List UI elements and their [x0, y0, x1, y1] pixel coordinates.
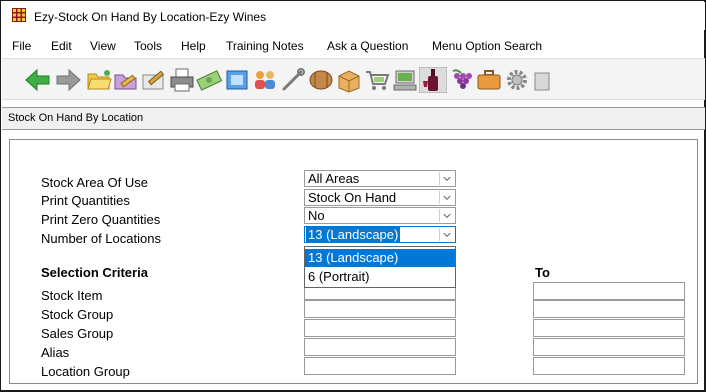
print-zero-label: Print Zero Quantities — [41, 212, 161, 227]
location-group-from-field[interactable] — [304, 357, 456, 375]
print-zero-select[interactable]: No — [304, 207, 456, 224]
menu-ask-question[interactable]: Ask a Question — [327, 39, 408, 53]
users-icon[interactable] — [251, 67, 279, 93]
option-13-landscape[interactable]: 13 (Landscape) — [305, 249, 455, 267]
chevron-down-icon[interactable] — [439, 228, 454, 241]
sales-group-to-field[interactable] — [533, 319, 685, 337]
stock-item-to-field[interactable] — [533, 282, 685, 300]
menu-training-notes[interactable]: Training Notes — [226, 39, 304, 53]
window-title: Ezy-Stock On Hand By Location-Ezy Wines — [34, 10, 267, 24]
wrench-icon[interactable] — [279, 67, 307, 93]
print-quantities-label: Print Quantities — [41, 193, 130, 208]
back-arrow-icon[interactable] — [24, 67, 52, 93]
sales-group-from-field[interactable] — [304, 319, 456, 337]
num-locations-label: Number of Locations — [41, 231, 161, 246]
box-icon[interactable] — [335, 67, 363, 93]
stock-group-label: Stock Group — [41, 307, 114, 322]
stock-group-to-field[interactable] — [533, 300, 685, 318]
alias-from-field[interactable] — [304, 338, 456, 356]
grapes-icon[interactable] — [447, 67, 475, 93]
num-locations-dropdown: 13 (Landscape) 6 (Portrait) — [304, 246, 456, 288]
barrel-icon[interactable] — [307, 67, 335, 93]
edit-pencil-icon[interactable] — [140, 67, 168, 93]
chevron-down-icon[interactable] — [439, 172, 454, 185]
print-zero-value: No — [308, 208, 325, 223]
stock-area-select[interactable]: All Areas — [304, 170, 456, 187]
print-quantities-select[interactable]: Stock On Hand — [304, 189, 456, 206]
folder-pencil-icon[interactable] — [112, 67, 140, 93]
toolbar — [2, 58, 705, 100]
menu-view[interactable]: View — [90, 39, 116, 53]
gear-icon[interactable] — [503, 67, 531, 93]
stock-group-from-field[interactable] — [304, 300, 456, 318]
sales-group-label: Sales Group — [41, 326, 114, 341]
computer-icon[interactable] — [391, 67, 419, 93]
money-icon[interactable] — [195, 67, 223, 93]
selection-criteria-heading: Selection Criteria — [41, 265, 148, 280]
forward-arrow-icon[interactable] — [54, 67, 82, 93]
menu-file[interactable]: File — [12, 39, 31, 53]
folder-open-icon[interactable] — [85, 67, 113, 93]
printer-icon[interactable] — [168, 67, 196, 93]
option-6-portrait[interactable]: 6 (Portrait) — [305, 268, 455, 286]
stock-area-label: Stock Area Of Use — [41, 175, 148, 190]
location-group-to-field[interactable] — [533, 357, 685, 375]
trash-icon[interactable] — [531, 67, 559, 93]
panel-header: Stock On Hand By Location — [2, 107, 705, 130]
cart-icon[interactable] — [363, 67, 391, 93]
menu-bar: File Edit View Tools Help Training Notes… — [2, 39, 705, 57]
stock-area-value: All Areas — [308, 171, 360, 186]
to-heading: To — [535, 265, 550, 280]
window-frame: Ezy-Stock On Hand By Location-Ezy Wines … — [0, 0, 706, 392]
alias-label: Alias — [41, 345, 70, 360]
wine-bottle-icon[interactable] — [419, 67, 447, 93]
menu-help[interactable]: Help — [181, 39, 206, 53]
alias-to-field[interactable] — [533, 338, 685, 356]
panel-title: Stock On Hand By Location — [8, 112, 144, 124]
briefcase-icon[interactable] — [475, 67, 503, 93]
menu-edit[interactable]: Edit — [51, 39, 72, 53]
print-quantities-value: Stock On Hand — [308, 190, 397, 205]
menu-option-search[interactable]: Menu Option Search — [432, 39, 542, 53]
chevron-down-icon[interactable] — [439, 209, 454, 222]
title-bar: Ezy-Stock On Hand By Location-Ezy Wines — [2, 2, 705, 30]
chevron-down-icon[interactable] — [439, 191, 454, 204]
num-locations-select[interactable]: 13 (Landscape) — [304, 226, 456, 243]
menu-tools[interactable]: Tools — [134, 39, 162, 53]
location-group-label: Location Group — [41, 364, 130, 379]
app-grid-icon — [12, 8, 26, 22]
num-locations-value: 13 (Landscape) — [306, 227, 401, 242]
document-icon[interactable] — [223, 67, 251, 93]
stock-item-label: Stock Item — [41, 288, 103, 303]
